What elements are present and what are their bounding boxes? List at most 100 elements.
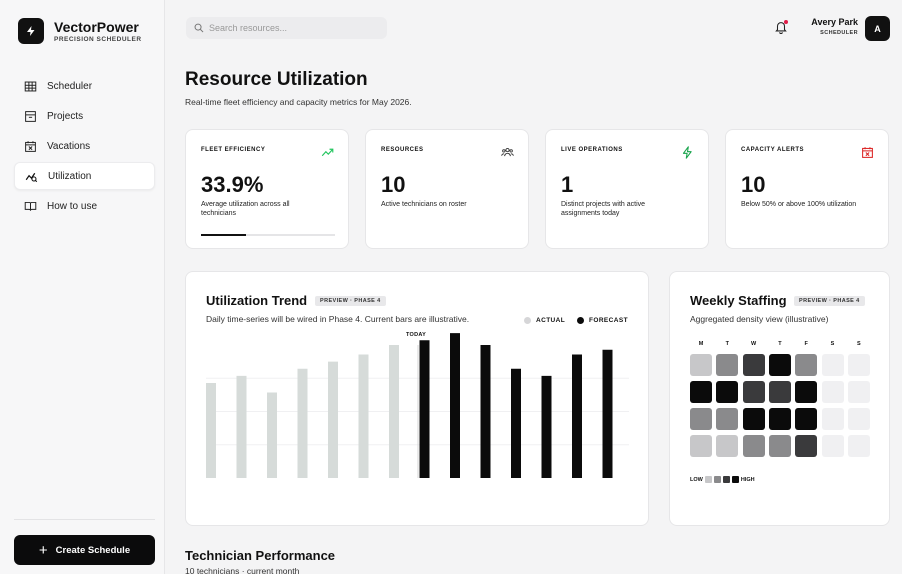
- staffing-title: Weekly Staffing: [690, 293, 787, 308]
- bar-actual: [389, 345, 399, 478]
- density-swatch: [731, 476, 739, 483]
- technician-performance-subtitle: 10 technicians · current month: [185, 566, 300, 574]
- notifications-button[interactable]: [774, 20, 788, 35]
- sidebar-nav: Scheduler Projects Vacations Utilization…: [14, 72, 155, 222]
- archive-icon: [25, 110, 36, 122]
- heatmap-cell: [690, 408, 712, 430]
- sidebar-item-label: Utilization: [48, 170, 92, 182]
- heatmap-cell: [716, 435, 739, 457]
- bar-forecast: [450, 333, 460, 478]
- heatmap-cell: [716, 408, 739, 430]
- bar-forecast: [572, 354, 582, 478]
- density-swatch: [713, 476, 721, 483]
- sidebar-item-how-to-use[interactable]: How to use: [14, 192, 155, 220]
- heatmap-cell: [821, 354, 844, 376]
- sidebar-item-scheduler[interactable]: Scheduler: [14, 72, 155, 100]
- day-label: T: [778, 341, 782, 347]
- search-icon: [194, 23, 204, 33]
- heatmap-cell: [690, 381, 712, 403]
- day-label: M: [698, 341, 704, 347]
- user-info[interactable]: Avery Park SCHEDULER: [810, 17, 858, 36]
- kpi-description: Active technicians on roster: [381, 201, 467, 208]
- bar-forecast: [511, 368, 521, 478]
- day-label: S: [830, 341, 835, 347]
- efficiency-progress-fill: [201, 234, 247, 236]
- heatmap-cell: [742, 435, 765, 457]
- utilization-trend-panel: Utilization Trend PREVIEW · PHASE 4 Dail…: [185, 271, 649, 526]
- density-swatch: [704, 476, 712, 483]
- page-title: Resource Utilization: [185, 69, 368, 90]
- kpi-label: LIVE OPERATIONS: [561, 147, 623, 153]
- bar-forecast: [480, 345, 491, 478]
- heatmap-cell: [795, 435, 818, 457]
- density-low-label: LOW: [690, 476, 703, 483]
- staffing-preview-badge: PREVIEW · PHASE 4: [794, 296, 865, 306]
- book-icon: [24, 201, 37, 211]
- sidebar-item-label: Projects: [47, 110, 84, 122]
- bolt-logo-icon: [18, 18, 44, 44]
- notification-dot: [784, 20, 788, 24]
- day-label: S: [856, 341, 861, 347]
- heatmap-cell: [690, 435, 712, 457]
- heatmap-cell: [795, 354, 818, 376]
- kpi-card-resources: RESOURCES 10 Active technicians on roste…: [365, 129, 529, 249]
- heatmap-cell: [742, 381, 765, 403]
- utilization-trend-chart: [206, 333, 629, 478]
- sidebar-item-utilization[interactable]: Utilization: [14, 162, 155, 190]
- day-label: W: [750, 341, 757, 347]
- kpi-card-fleet-efficiency: FLEET EFFICIENCY 33.9% Average utilizati…: [185, 129, 349, 249]
- kpi-card-live-operations: LIVE OPERATIONS 1 Distinct projects with…: [545, 129, 709, 249]
- sidebar-item-label: Scheduler: [47, 80, 93, 92]
- bar-forecast: [541, 375, 552, 478]
- heatmap-cell: [847, 408, 870, 430]
- kpi-label: RESOURCES: [381, 147, 424, 153]
- density-high-label: HIGH: [740, 476, 755, 483]
- heatmap-cell: [795, 381, 818, 403]
- user-role: SCHEDULER: [820, 30, 858, 36]
- heatmap-cell: [716, 354, 739, 376]
- heatmap-cell: [847, 435, 870, 457]
- heatmap-cell: [742, 354, 765, 376]
- sidebar-item-projects[interactable]: Projects: [14, 102, 155, 130]
- users-icon: [501, 147, 514, 157]
- bar-actual: [297, 368, 308, 478]
- topbar: Avery Park SCHEDULER A: [166, 0, 902, 54]
- trend-up-icon: [321, 148, 334, 157]
- page-subtitle: Real-time fleet efficiency and capacity …: [185, 97, 412, 107]
- kpi-label: CAPACITY ALERTS: [741, 147, 805, 153]
- create-schedule-label: Create Schedule: [55, 544, 131, 556]
- kpi-value: 10: [741, 172, 766, 197]
- heatmap-cell: [690, 354, 712, 376]
- sidebar-item-vacations[interactable]: Vacations: [14, 132, 155, 160]
- plus-icon: +: [38, 541, 48, 559]
- sidebar-divider: [14, 519, 155, 520]
- avatar[interactable]: A: [865, 16, 890, 41]
- bar-actual: [236, 375, 247, 478]
- create-schedule-button[interactable]: + Create Schedule: [14, 535, 155, 565]
- heatmap-cell: [768, 354, 791, 376]
- heatmap-cell: [821, 381, 844, 403]
- heatmap-cell: [768, 435, 791, 457]
- day-label: F: [804, 341, 808, 347]
- brand[interactable]: VectorPower PRECISION SCHEDULER: [18, 18, 142, 44]
- heatmap-cell: [716, 381, 739, 403]
- sidebar-item-label: How to use: [47, 200, 98, 212]
- bar-forecast: [602, 349, 613, 478]
- heatmap-cell: [768, 408, 791, 430]
- day-label: T: [725, 341, 729, 347]
- brand-name: VectorPower: [54, 18, 139, 35]
- heatmap-cell: [847, 354, 870, 376]
- search-box[interactable]: [186, 17, 387, 39]
- density-legend: LOW HIGH: [690, 476, 755, 483]
- bolt-icon: [682, 146, 692, 159]
- staffing-subtitle: Aggregated density view (illustrative): [690, 314, 829, 324]
- kpi-description: Below 50% or above 100% utilization: [741, 201, 857, 208]
- search-input[interactable]: [209, 23, 379, 33]
- kpi-value: 1: [561, 172, 574, 197]
- kpi-value: 10: [381, 172, 406, 197]
- bar-actual: [206, 383, 216, 478]
- calendar-x-icon: [25, 140, 36, 152]
- sidebar-item-label: Vacations: [47, 140, 91, 152]
- calendar-alert-icon: [862, 147, 873, 158]
- heatmap-cell: [742, 408, 765, 430]
